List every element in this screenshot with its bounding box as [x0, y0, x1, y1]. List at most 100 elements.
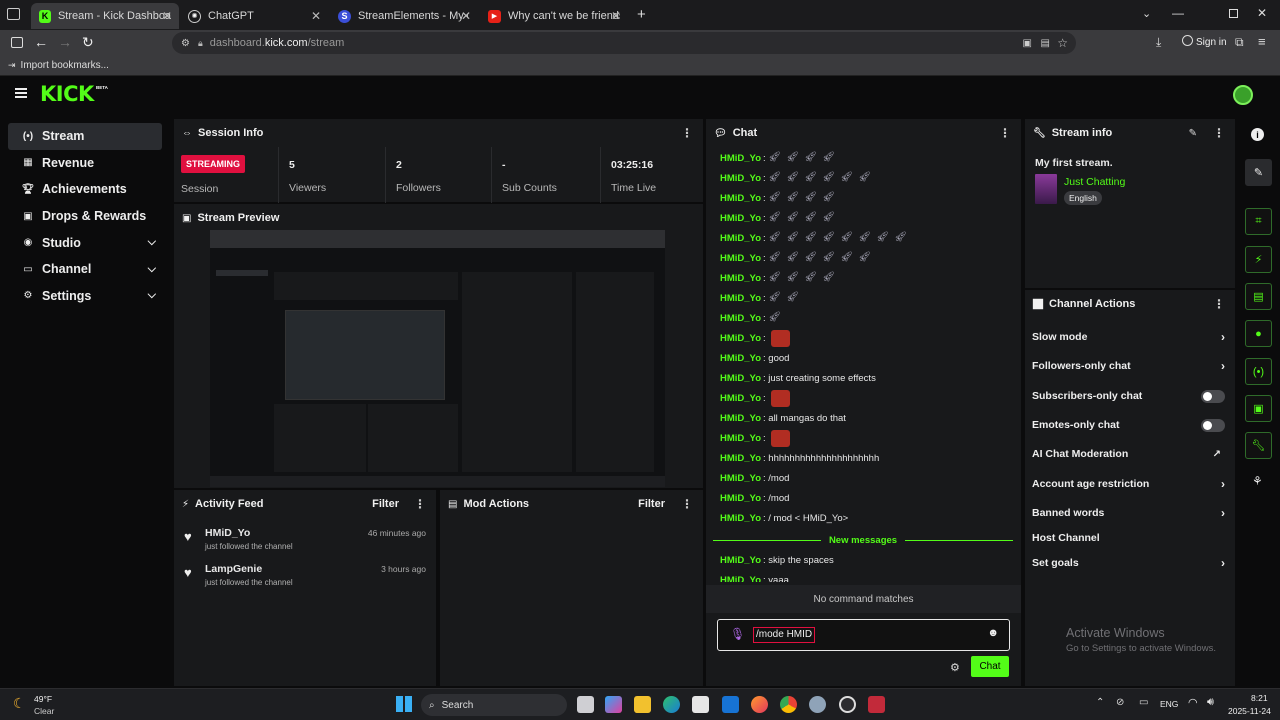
tray-monitor-icon[interactable]: ▭ — [1139, 697, 1148, 708]
kick-logo[interactable]: KICK — [40, 82, 94, 106]
more-options-icon[interactable]: ⋮ — [1213, 126, 1225, 140]
emotes-only-toggle[interactable] — [1201, 418, 1225, 432]
close-tab-icon[interactable]: ✕ — [611, 9, 621, 23]
sidebar-toggle-icon[interactable] — [11, 37, 23, 48]
settings-app-icon[interactable] — [809, 696, 826, 713]
maximize-icon[interactable] — [1229, 9, 1238, 18]
tab-overview-icon[interactable] — [7, 8, 20, 20]
screenshot-icon[interactable]: ▣ — [1023, 38, 1032, 49]
chat-username[interactable]: HMiD_Yo — [720, 333, 761, 344]
close-tab-icon[interactable]: ✕ — [311, 9, 321, 23]
user-avatar[interactable] — [1233, 85, 1253, 105]
banned-words-row[interactable]: Banned words › — [1032, 503, 1225, 523]
reader-view-icon[interactable]: ▤ — [1041, 38, 1050, 49]
close-window-icon[interactable]: ✕ — [1257, 6, 1267, 20]
chat-username[interactable]: HMiD_Yo — [720, 353, 761, 364]
mod-filter-button[interactable]: Filter — [638, 498, 665, 510]
sidebar-item-achievements[interactable]: 🏆︎ Achievements — [8, 176, 162, 203]
close-tab-icon[interactable]: ✕ — [162, 9, 172, 23]
sidebar-item-revenue[interactable]: ▦ Revenue — [8, 150, 162, 177]
set-goals-row[interactable]: Set goals › — [1032, 553, 1225, 573]
chat-send-button[interactable]: Chat — [971, 656, 1009, 677]
chat-username[interactable]: HMiD_Yo — [720, 153, 761, 164]
browser-tab-kick[interactable]: K Stream - Kick Dashboard ✕ — [31, 3, 179, 29]
chat-input-field[interactable]: /mode HMID — [753, 627, 816, 643]
host-channel-row[interactable]: Host Channel — [1032, 528, 1225, 548]
emoji-icon[interactable]: ☻ — [987, 627, 999, 639]
broadcast-icon[interactable]: (•) — [1245, 358, 1272, 385]
chat-username[interactable]: HMiD_Yo — [720, 433, 761, 444]
sidebar-item-drops[interactable]: ▣ Drops & Rewards — [8, 203, 162, 230]
bookmark-star-icon[interactable]: ☆ — [1057, 36, 1068, 50]
chat-username[interactable]: HMiD_Yo — [720, 575, 761, 583]
language-indicator[interactable]: ENG — [1160, 699, 1178, 709]
forward-icon[interactable]: → — [58, 34, 72, 50]
chat-username[interactable]: HMiD_Yo — [720, 513, 761, 524]
microphone-icon[interactable]: 🎙︎ — [730, 627, 745, 641]
chat-username[interactable]: HMiD_Yo — [720, 453, 761, 464]
chat-settings-gear-icon[interactable]: ⚙ — [950, 661, 960, 674]
back-icon[interactable]: ← — [34, 34, 48, 50]
weather-temp[interactable]: 49°F — [34, 694, 52, 704]
tab-list-chevron-icon[interactable]: ⌄ — [1142, 7, 1151, 20]
edit-layout-button[interactable]: ✎ — [1245, 159, 1272, 186]
sidebar-item-studio[interactable]: ◉ Studio ⌵ — [8, 229, 162, 256]
shield-app-icon[interactable] — [868, 696, 885, 713]
tray-chevron-up-icon[interactable]: ⌃ — [1096, 697, 1104, 708]
chat-username[interactable]: HMiD_Yo — [720, 313, 761, 324]
chat-username[interactable]: HMiD_Yo — [720, 233, 761, 244]
followers-only-row[interactable]: Followers-only chat › — [1032, 356, 1225, 376]
category-link[interactable]: Just Chatting — [1064, 176, 1125, 188]
extensions-icon[interactable]: ⧉ — [1235, 35, 1244, 50]
sidebar-item-channel[interactable]: ▭ Channel ⌵ — [8, 256, 162, 283]
file-explorer-icon[interactable] — [634, 696, 651, 713]
document-icon[interactable]: ▤ — [1245, 283, 1272, 310]
menu-icon[interactable]: ≡ — [1258, 34, 1266, 49]
wrench-icon[interactable]: 🔧︎ — [1245, 432, 1272, 459]
activity-filter-button[interactable]: Filter — [372, 498, 399, 510]
browser-tab-streamelements[interactable]: S StreamElements - My dashboar ✕ — [330, 3, 478, 29]
more-options-icon[interactable]: ⋮ — [681, 497, 693, 511]
chat-username[interactable]: HMiD_Yo — [720, 413, 761, 424]
account-icon[interactable] — [1182, 35, 1193, 46]
subscribers-only-toggle[interactable] — [1201, 389, 1225, 403]
wifi-icon[interactable]: ◠ — [1188, 696, 1198, 709]
stream-key-icon[interactable]: ▣ — [1245, 395, 1272, 422]
more-options-icon[interactable]: ⋮ — [414, 497, 426, 511]
lightning-icon[interactable]: ⚡︎ — [1245, 246, 1272, 273]
slow-mode-row[interactable]: Slow mode › — [1032, 327, 1225, 347]
chat-username[interactable]: HMiD_Yo — [720, 493, 761, 504]
chat-username[interactable]: HMiD_Yo — [720, 273, 761, 284]
clip-icon[interactable]: ⌗ — [1245, 208, 1272, 235]
chat-username[interactable]: HMiD_Yo — [720, 473, 761, 484]
sidebar-item-stream[interactable]: (•) Stream — [8, 123, 162, 150]
clock-time[interactable]: 8:21 — [1251, 693, 1268, 703]
mail-icon[interactable] — [722, 696, 739, 713]
sign-in-button[interactable]: Sign in — [1196, 37, 1227, 48]
windows-start-icon[interactable] — [396, 696, 412, 712]
store-icon[interactable] — [692, 696, 709, 713]
firefox-icon[interactable] — [751, 696, 768, 713]
chat-username[interactable]: HMiD_Yo — [720, 253, 761, 264]
address-bar[interactable]: ⚙ 🔒︎ dashboard. kick.com/stream ▣ ▤ ☆ — [172, 32, 1076, 54]
site-info-icon[interactable]: ⚙ — [181, 38, 190, 49]
chat-username[interactable]: HMiD_Yo — [720, 213, 761, 224]
task-view-icon[interactable] — [577, 696, 594, 713]
chat-bubble-icon[interactable]: ● — [1245, 320, 1272, 347]
browser-tab-chatgpt[interactable]: ✺ ChatGPT ✕ — [180, 3, 328, 29]
chat-username[interactable]: HMiD_Yo — [720, 555, 761, 566]
taskbar-search[interactable]: ⌕ Search — [421, 694, 567, 716]
chat-input-box[interactable]: 🎙︎ /mode HMID ☻ — [717, 619, 1010, 651]
chat-message-list[interactable]: HMiD_Yo: 🚀︎ 🚀︎ 🚀︎ 🚀︎ HMiD_Yo: 🚀︎ 🚀︎ 🚀︎ 🚀︎ 🚀︎ 🚀︎ HM… — [706, 147, 1021, 582]
edit-pencil-icon[interactable]: ✎ — [1189, 128, 1197, 139]
ai-moderation-row[interactable]: AI Chat Moderation ↗ — [1032, 444, 1225, 464]
close-tab-icon[interactable]: ✕ — [461, 9, 471, 23]
chat-username[interactable]: HMiD_Yo — [720, 393, 761, 404]
tray-app-icon[interactable]: ⊘ — [1116, 697, 1124, 708]
more-options-icon[interactable]: ⋮ — [1213, 297, 1225, 311]
minimize-icon[interactable]: — — [1172, 6, 1184, 20]
chat-username[interactable]: HMiD_Yo — [720, 373, 761, 384]
downloads-icon[interactable]: ⤓ — [1156, 35, 1161, 50]
volume-icon[interactable]: 🔊︎ — [1207, 696, 1214, 709]
add-widget-icon[interactable]: ⚘ — [1252, 474, 1263, 488]
